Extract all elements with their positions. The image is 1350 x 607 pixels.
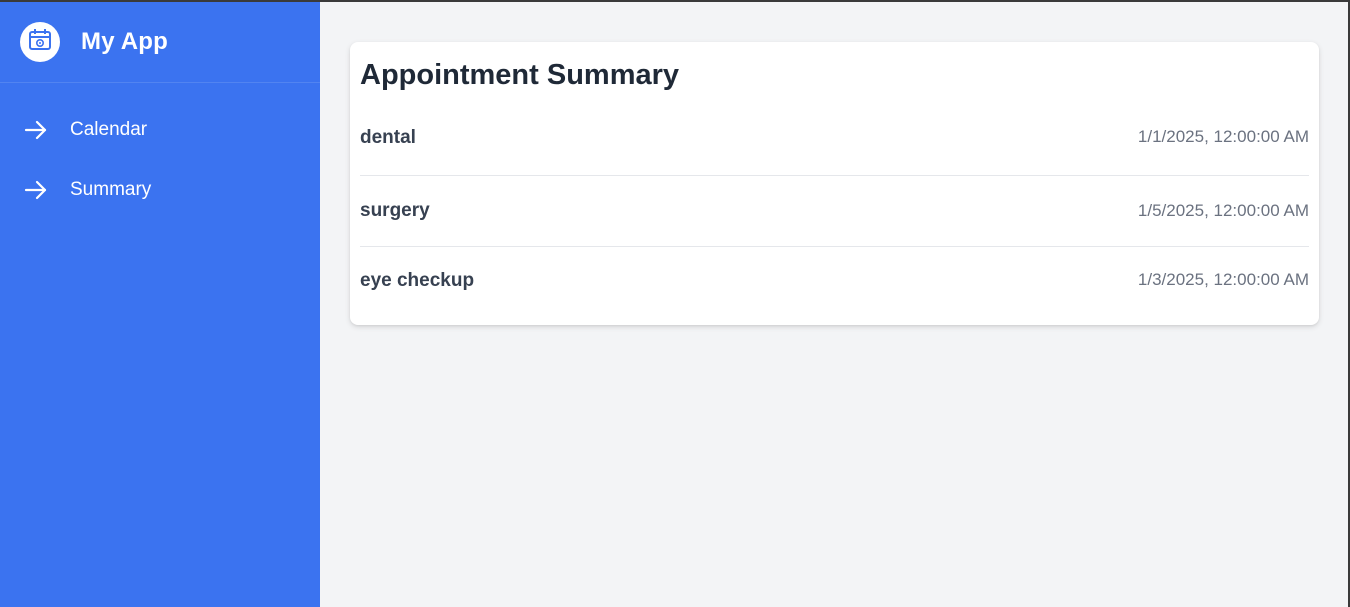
appointment-list: dental 1/1/2025, 12:00:00 AM surgery 1/5…	[360, 119, 1309, 325]
sidebar-item-summary[interactable]: Summary	[0, 160, 320, 220]
appointment-date: 1/5/2025, 12:00:00 AM	[1137, 201, 1309, 220]
calendar-icon	[26, 26, 54, 59]
appointment-date: 1/3/2025, 12:00:00 AM	[1137, 270, 1309, 289]
sidebar-item-label: Summary	[70, 179, 152, 200]
appointment-date: 1/1/2025, 12:00:00 AM	[1137, 127, 1309, 146]
list-item: eye checkup 1/3/2025, 12:00:00 AM	[360, 247, 1309, 325]
appointment-name: eye checkup	[360, 270, 475, 291]
sidebar-nav: Calendar Summary	[0, 83, 320, 220]
brand: My App	[0, 2, 320, 83]
sidebar-item-calendar[interactable]: Calendar	[0, 100, 320, 160]
appointment-name: surgery	[360, 200, 430, 221]
main-content: Appointment Summary dental 1/1/2025, 12:…	[320, 2, 1348, 607]
list-item: dental 1/1/2025, 12:00:00 AM	[360, 119, 1309, 176]
sidebar-item-label: Calendar	[70, 119, 148, 140]
appointment-name: dental	[360, 127, 416, 148]
app-logo	[20, 22, 60, 62]
list-item: surgery 1/5/2025, 12:00:00 AM	[360, 176, 1309, 247]
appointment-summary-card: Appointment Summary dental 1/1/2025, 12:…	[350, 42, 1319, 325]
sidebar: My App Calendar Summary	[0, 2, 320, 607]
arrow-right-icon	[24, 118, 48, 142]
page-title: Appointment Summary	[360, 59, 680, 91]
app-title: My App	[81, 28, 168, 55]
arrow-right-icon	[24, 178, 48, 202]
